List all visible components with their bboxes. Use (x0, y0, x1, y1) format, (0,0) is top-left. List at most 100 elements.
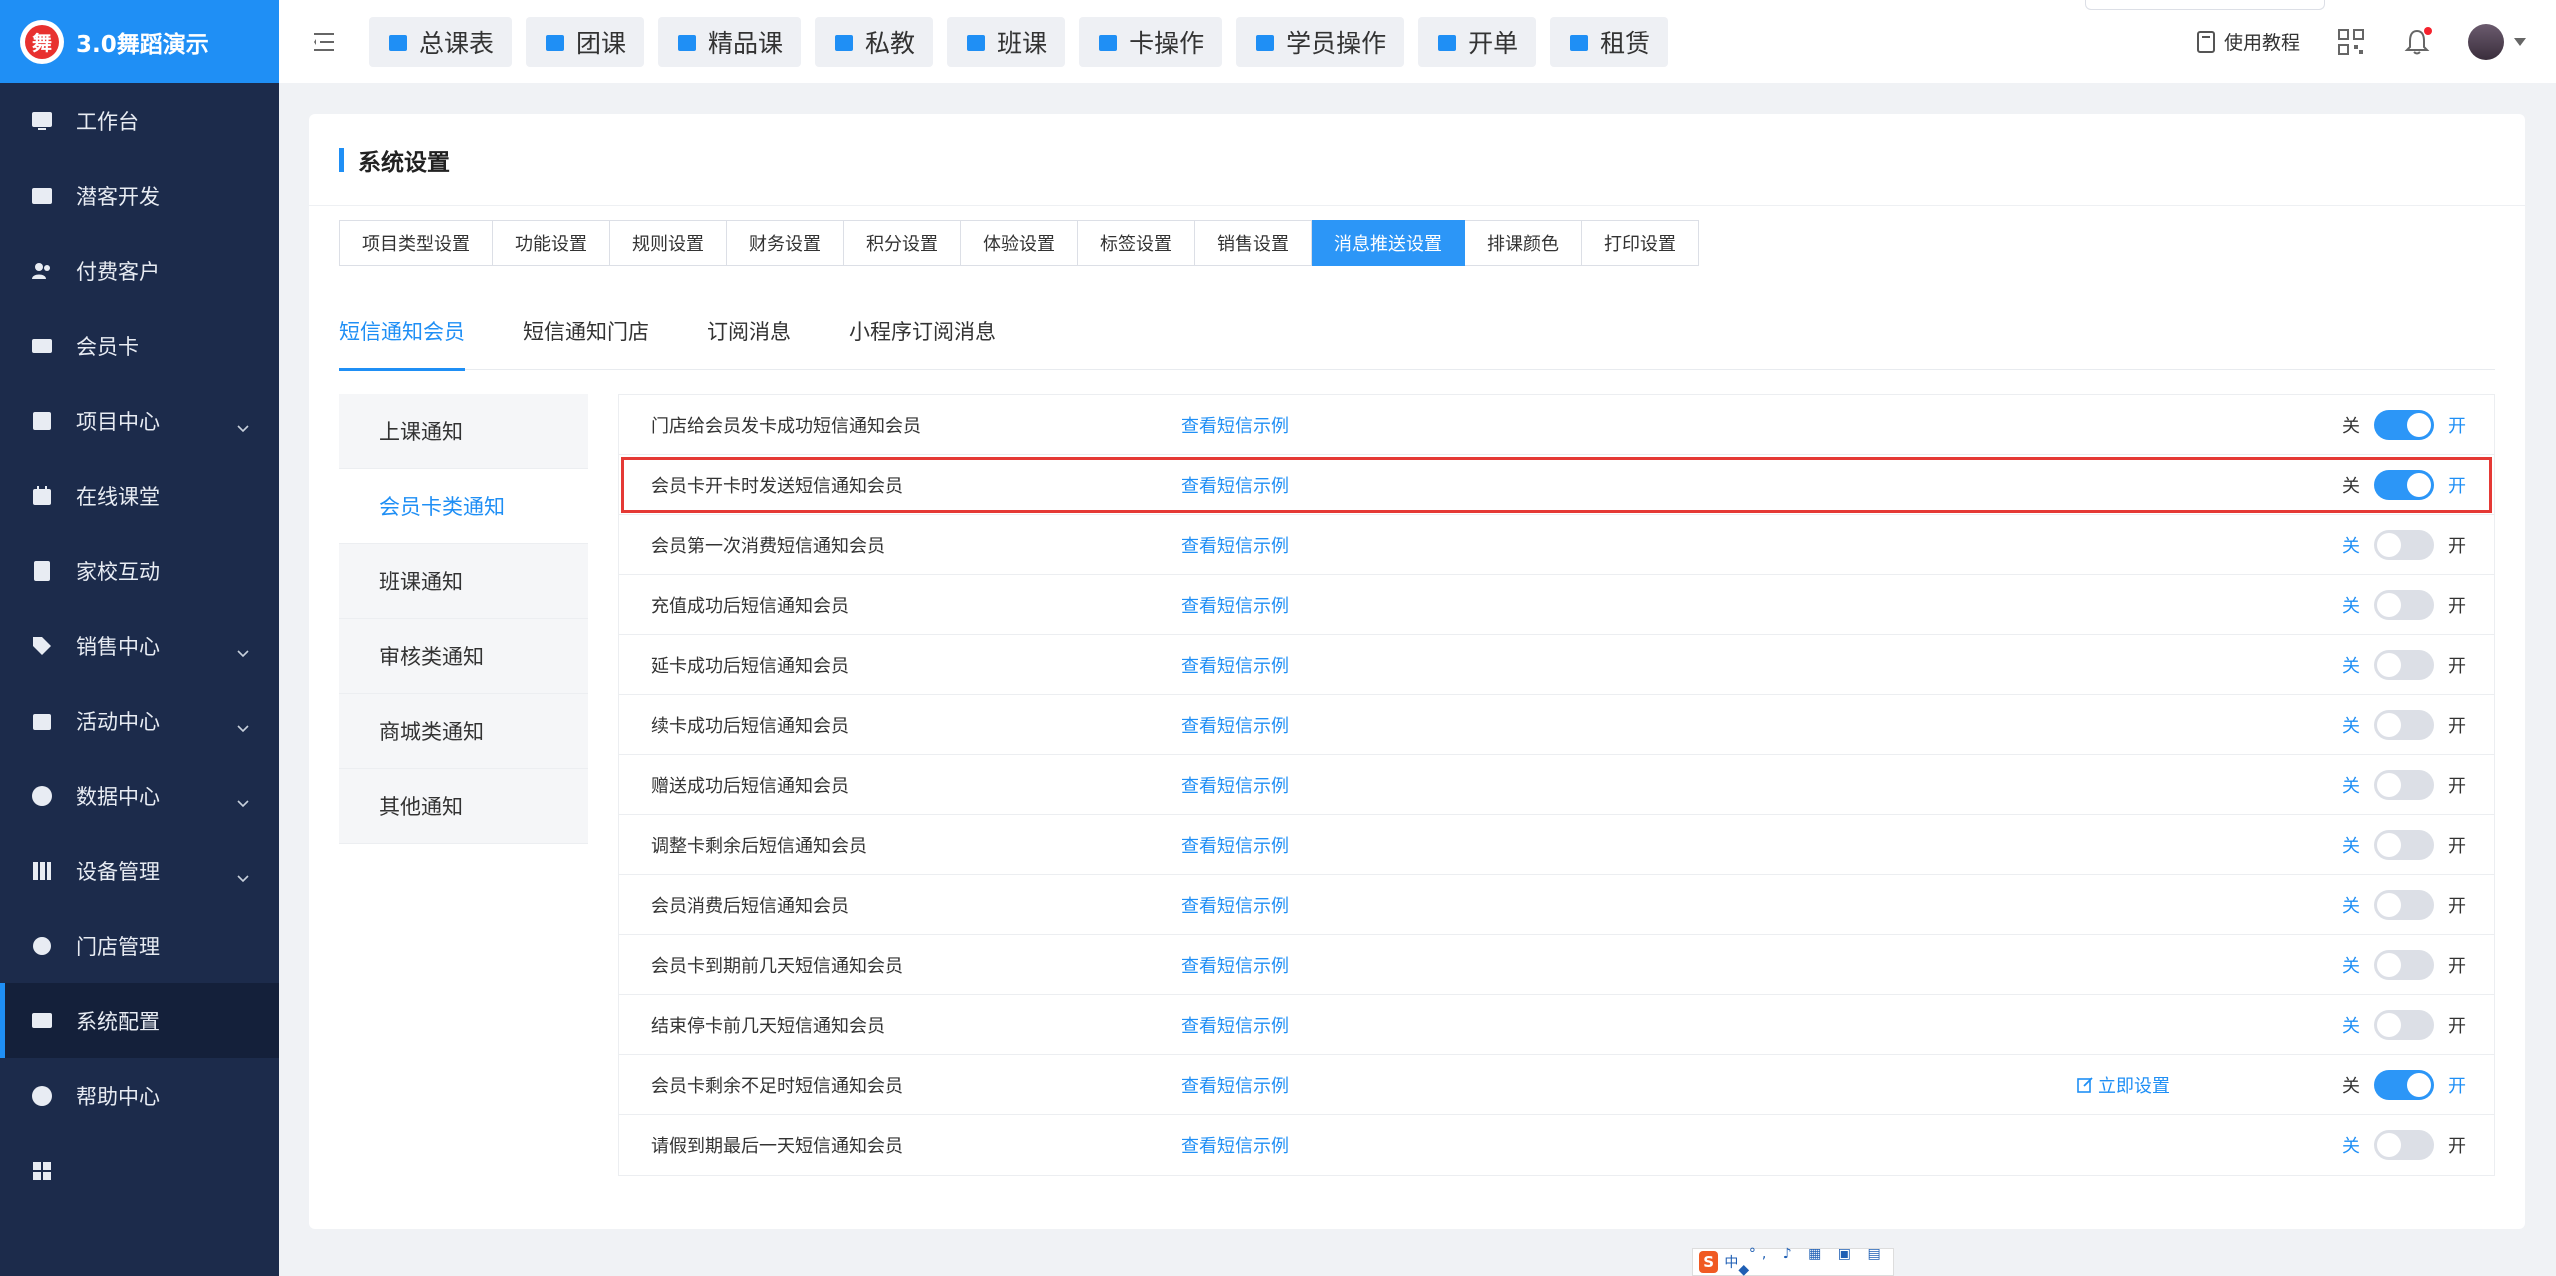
sidebar-item-13[interactable]: 帮助中心 (0, 1058, 279, 1133)
quick-button-1[interactable]: 团课 (526, 16, 645, 67)
view-example-link[interactable]: 查看短信示例 (1181, 1072, 1289, 1098)
sidebar-item-1[interactable]: 潜客开发 (0, 158, 279, 233)
sms-toggle[interactable] (2374, 1130, 2434, 1160)
view-example-link[interactable]: 查看短信示例 (1181, 472, 1289, 498)
qrcode-icon[interactable] (2336, 27, 2366, 57)
settings-tabs: 项目类型设置 功能设置 规则设置 财务设置 积分设置 体验设置 标签设置 销售设置 消息推送设置… (339, 220, 1699, 266)
sidebar-item-9[interactable]: 数据中心 (0, 758, 279, 833)
tab-9[interactable]: 排课颜色 (1465, 220, 1582, 266)
users-icon (30, 259, 54, 283)
switch-on-label: 开 (2448, 415, 2466, 437)
switch-off-label: 关 (2342, 715, 2360, 737)
menu-toggle-icon[interactable] (295, 0, 359, 83)
sidebar-item-8[interactable]: 活动中心 (0, 683, 279, 758)
category-item-1[interactable]: 会员卡类通知 (339, 469, 588, 544)
list-item: 会员消费后短信通知会员 查看短信示例关开 (619, 875, 2494, 935)
tab-3[interactable]: 财务设置 (727, 220, 844, 266)
subtab-3[interactable]: 小程序订阅消息 (849, 292, 996, 370)
sidebar-item-5[interactable]: 在线课堂 (0, 458, 279, 533)
sms-toggle[interactable] (2374, 589, 2434, 620)
tab-1[interactable]: 功能设置 (493, 220, 610, 266)
tab-5[interactable]: 体验设置 (961, 220, 1078, 266)
chevron-down-icon[interactable] (2514, 37, 2526, 46)
sms-toggle[interactable] (2374, 769, 2434, 800)
quick-button-8[interactable]: 租赁 (1550, 16, 1669, 67)
category-item-5[interactable]: 其他通知 (339, 769, 588, 844)
category-item-3[interactable]: 审核类通知 (339, 619, 588, 694)
view-example-link[interactable]: 查看短信示例 (1181, 892, 1289, 918)
tab-8[interactable]: 消息推送设置 (1312, 220, 1465, 266)
sms-toggle[interactable] (2374, 1069, 2434, 1100)
book-icon (2196, 30, 2215, 53)
sms-toggle[interactable] (2374, 409, 2434, 440)
category-item-0[interactable]: 上课通知 (339, 394, 588, 469)
quick-button-5[interactable]: 卡操作 (1079, 16, 1223, 67)
view-example-link[interactable]: 查看短信示例 (1181, 532, 1289, 558)
view-example-link[interactable]: 查看短信示例 (1181, 592, 1289, 618)
switch-off-label: 关 (2342, 415, 2360, 437)
view-example-link[interactable]: 查看短信示例 (1181, 832, 1289, 858)
set-now-link[interactable]: 立即设置 (2076, 1072, 2170, 1098)
tab-2[interactable]: 规则设置 (610, 220, 727, 266)
notification-dot (2424, 26, 2432, 35)
view-example-link[interactable]: 查看短信示例 (1181, 952, 1289, 978)
quick-actions: 总课表 团课 精品课 私教 班课 卡操作 学员操作 开单 租赁 (369, 16, 1682, 67)
switch-on-label: 开 (2448, 835, 2466, 857)
view-example-link[interactable]: 查看短信示例 (1181, 412, 1289, 438)
subtab-1[interactable]: 短信通知门店 (523, 292, 649, 370)
category-item-4[interactable]: 商城类通知 (339, 694, 588, 769)
page-title: 系统设置 (358, 149, 450, 176)
sidebar-item-10[interactable]: 设备管理 (0, 833, 279, 908)
quick-button-7[interactable]: 开单 (1418, 16, 1537, 67)
ime-toolbar[interactable]: S 中 °, ♪ ▦ ▣ ▤ ◆ (1692, 1246, 1894, 1276)
view-example-link[interactable]: 查看短信示例 (1181, 1012, 1289, 1038)
tutorial-button[interactable]: 使用教程 (2194, 28, 2300, 55)
sidebar-item-12[interactable]: 系统配置 (0, 983, 279, 1058)
tab-0[interactable]: 项目类型设置 (339, 220, 493, 266)
sms-toggle[interactable] (2374, 529, 2434, 560)
bell-icon[interactable] (2402, 26, 2432, 57)
subtab-0[interactable]: 短信通知会员 (339, 292, 465, 371)
switch-group: 关开 (2342, 1009, 2466, 1040)
view-example-link[interactable]: 查看短信示例 (1181, 712, 1289, 738)
edit-icon (2077, 1076, 2093, 1093)
quick-button-6[interactable]: 学员操作 (1236, 16, 1405, 67)
sms-toggle[interactable] (2374, 469, 2434, 500)
view-example-link[interactable]: 查看短信示例 (1181, 1132, 1289, 1158)
ime-mode: 中 (1724, 1255, 1739, 1271)
sms-toggle[interactable] (2374, 829, 2434, 860)
sms-toggle[interactable] (2374, 1009, 2434, 1040)
sidebar-item-2[interactable]: 付费客户 (0, 233, 279, 308)
switch-group: 关开 (2342, 409, 2466, 440)
quick-button-0[interactable]: 总课表 (369, 16, 513, 67)
sms-toggle[interactable] (2374, 889, 2434, 920)
quick-button-4[interactable]: 班课 (947, 16, 1066, 67)
sidebar-item-4[interactable]: 项目中心 (0, 383, 279, 458)
tab-10[interactable]: 打印设置 (1582, 220, 1699, 266)
receipt-icon (1436, 31, 1458, 53)
sms-toggle[interactable] (2374, 949, 2434, 980)
view-example-link[interactable]: 查看短信示例 (1181, 772, 1289, 798)
list-item: 赠送成功后短信通知会员 查看短信示例关开 (619, 755, 2494, 815)
quick-button-3[interactable]: 私教 (815, 16, 934, 67)
sms-toggle[interactable] (2374, 709, 2434, 740)
quick-button-2[interactable]: 精品课 (658, 16, 802, 67)
sidebar-item-label: 活动中心 (76, 709, 160, 734)
subtab-2[interactable]: 订阅消息 (707, 292, 791, 370)
sidebar-item-7[interactable]: 销售中心 (0, 608, 279, 683)
sidebar-item-11[interactable]: 门店管理 (0, 908, 279, 983)
sidebar-item-14[interactable] (0, 1133, 279, 1208)
category-item-2[interactable]: 班课通知 (339, 544, 588, 619)
view-example-link[interactable]: 查看短信示例 (1181, 652, 1289, 678)
switch-on-label: 开 (2448, 535, 2466, 557)
tab-6[interactable]: 标签设置 (1078, 220, 1195, 266)
logo-bar[interactable]: 舞 3.0舞蹈演示 (0, 0, 279, 83)
quick-button-label: 精品课 (708, 28, 784, 58)
avatar[interactable] (2468, 23, 2504, 60)
sidebar-item-0[interactable]: 工作台 (0, 83, 279, 158)
tab-4[interactable]: 积分设置 (844, 220, 961, 266)
sidebar-item-3[interactable]: 会员卡 (0, 308, 279, 383)
sidebar-item-6[interactable]: 家校互动 (0, 533, 279, 608)
tab-7[interactable]: 销售设置 (1195, 220, 1312, 266)
sms-toggle[interactable] (2374, 649, 2434, 680)
